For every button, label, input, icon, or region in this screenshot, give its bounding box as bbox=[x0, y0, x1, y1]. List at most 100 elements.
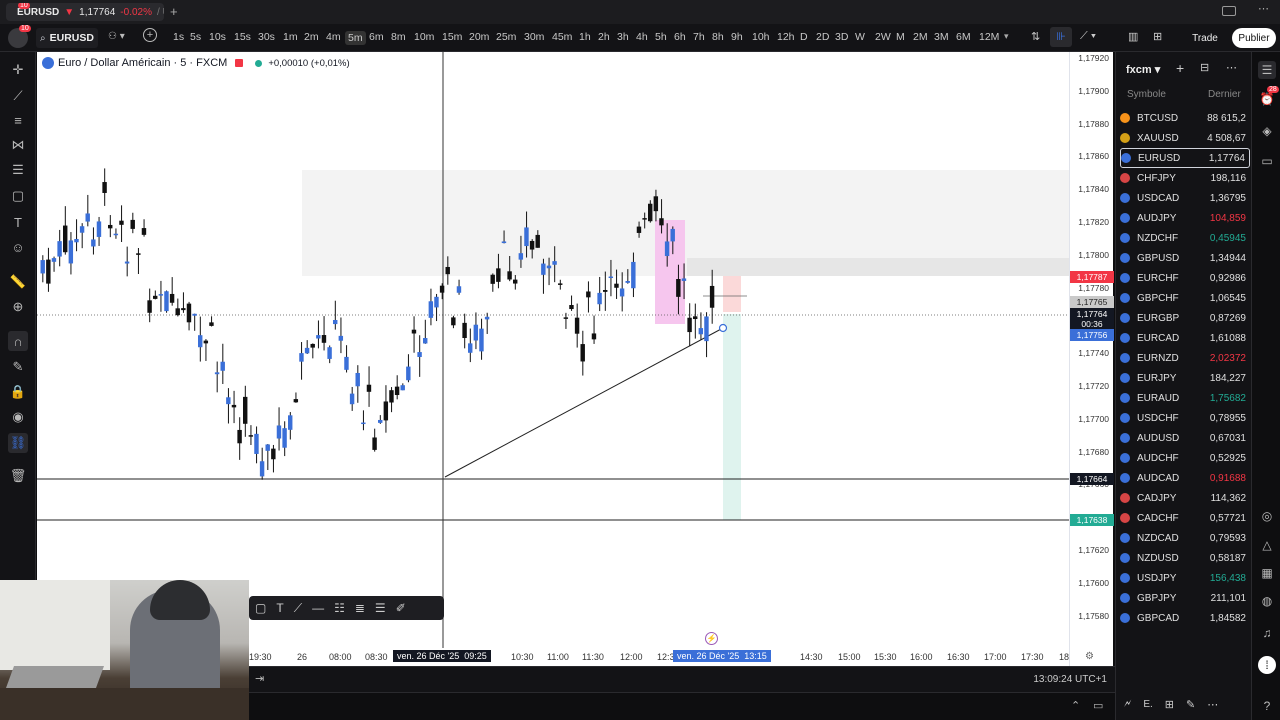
watchlist-row[interactable]: NZDCHF 0,45945 bbox=[1120, 228, 1250, 248]
watchlist-row[interactable]: GBPJPY 211,101 bbox=[1120, 588, 1250, 608]
timeframe-3h[interactable]: 3h bbox=[617, 31, 629, 43]
maximize-icon[interactable]: ▭ bbox=[1093, 699, 1103, 712]
timeframe-3M[interactable]: 3M bbox=[934, 31, 949, 43]
timeframe-25m[interactable]: 25m bbox=[496, 31, 516, 43]
price-chart[interactable] bbox=[37, 52, 1069, 666]
footer-more-icon[interactable]: ⋯ bbox=[1207, 698, 1218, 711]
timeframe-1h[interactable]: 1h bbox=[579, 31, 591, 43]
column-header-last[interactable]: Dernier bbox=[1208, 89, 1241, 100]
timeframe-1m[interactable]: 1m bbox=[283, 31, 298, 43]
triangle-icon[interactable]: △ bbox=[1258, 536, 1276, 554]
chart-area[interactable]: Euro / Dollar Américain · 5 · FXCM +0,00… bbox=[37, 52, 1113, 666]
timeframe-2M[interactable]: 2M bbox=[913, 31, 928, 43]
timeframe-10h[interactable]: 10h bbox=[752, 31, 770, 43]
timeframe-4h[interactable]: 4h bbox=[636, 31, 648, 43]
bar-replay-icon[interactable]: ⇅ bbox=[1031, 30, 1040, 43]
watchlist-row[interactable]: AUDCAD 0,91688 bbox=[1120, 468, 1250, 488]
position-icon[interactable]: ☰ bbox=[8, 160, 28, 180]
watchlist-row[interactable]: XAUUSD 4 508,67 bbox=[1120, 128, 1250, 148]
zoom-icon[interactable]: ⊕ bbox=[8, 297, 28, 317]
watchlist-row[interactable]: USDCHF 0,78955 bbox=[1120, 408, 1250, 428]
lock-icon[interactable]: 🔒 bbox=[8, 382, 28, 402]
timeframe-8m[interactable]: 8m bbox=[391, 31, 406, 43]
podcast-icon[interactable]: ◍ bbox=[1258, 592, 1276, 610]
brush-tool-icon[interactable]: ✐ bbox=[396, 601, 406, 615]
timeframe-7h[interactable]: 7h bbox=[693, 31, 705, 43]
watchlist-row[interactable]: EURNZD 2,02372 bbox=[1120, 348, 1250, 368]
new-tab-button[interactable]: + bbox=[170, 4, 178, 19]
indicators-icon[interactable]: ⟋ ▾ bbox=[1080, 30, 1096, 43]
timeframe-2W[interactable]: 2W bbox=[875, 31, 891, 43]
bell-icon[interactable]: ♫ bbox=[1258, 624, 1276, 642]
target-icon[interactable]: ◎ bbox=[1258, 507, 1276, 525]
watchlist-row[interactable]: EURUSD 1,17764 bbox=[1120, 148, 1250, 168]
watchlist-row[interactable]: CHFJPY 198,116 bbox=[1120, 168, 1250, 188]
publish-button[interactable]: Publier bbox=[1232, 28, 1276, 48]
alerts-icon[interactable]: ⏰ 28 bbox=[1258, 86, 1279, 108]
pattern-icon[interactable]: ⋈ bbox=[8, 135, 28, 155]
timeframe-5m[interactable]: 5m bbox=[345, 31, 366, 45]
timeframe-2h[interactable]: 2h bbox=[598, 31, 610, 43]
timeframe-D[interactable]: D bbox=[800, 31, 808, 43]
add-symbol-icon[interactable]: + bbox=[143, 28, 157, 42]
timeframe-1s[interactable]: 1s bbox=[173, 31, 184, 43]
stay-drawing-icon[interactable]: ✎ bbox=[8, 357, 28, 377]
chat-icon[interactable]: ▭ bbox=[1258, 152, 1276, 170]
watchlist-row[interactable]: EURCAD 1,61088 bbox=[1120, 328, 1250, 348]
timeframe-4m[interactable]: 4m bbox=[326, 31, 341, 43]
layers-icon[interactable]: ◈ bbox=[1258, 122, 1276, 140]
ruler-icon[interactable]: 📏 bbox=[8, 272, 28, 292]
watchlist-row[interactable]: AUDCHF 0,52925 bbox=[1120, 448, 1250, 468]
event-icon[interactable]: ⚡ bbox=[705, 632, 718, 645]
watchlist-row[interactable]: USDJPY 156,438 bbox=[1120, 568, 1250, 588]
text-icon[interactable]: T bbox=[8, 212, 28, 232]
trendline-icon[interactable]: ⟋ bbox=[8, 86, 28, 106]
timeframe-30s[interactable]: 30s bbox=[258, 31, 275, 43]
grid-icon[interactable]: ⊞ bbox=[1153, 30, 1162, 43]
timeframe-M[interactable]: M bbox=[896, 31, 905, 43]
trade-button[interactable]: Trade bbox=[1184, 28, 1226, 48]
watchlist-row[interactable]: CADCHF 0,57721 bbox=[1120, 508, 1250, 528]
add-symbol-icon[interactable]: + bbox=[1176, 60, 1184, 76]
active-tab[interactable]: 10 EURUSD ▼ 1,17764 -0.02% / U bbox=[6, 3, 164, 21]
apps-icon[interactable]: ⁞ bbox=[1258, 656, 1276, 674]
watchlist-row[interactable]: AUDJPY 104,859 bbox=[1120, 208, 1250, 228]
columns-icon[interactable]: ⊟ bbox=[1200, 61, 1209, 74]
more-icon[interactable]: ⋯ bbox=[1258, 2, 1269, 15]
crosshair-icon[interactable]: ✛ bbox=[8, 60, 28, 80]
layout-icon[interactable]: ▥ bbox=[1128, 30, 1138, 43]
timeframe-45m[interactable]: 45m bbox=[552, 31, 572, 43]
date-range-icon[interactable]: ⇥ bbox=[255, 672, 264, 685]
help-icon[interactable]: ? bbox=[1258, 697, 1276, 715]
fib-tool-icon[interactable]: ≣ bbox=[355, 601, 365, 615]
column-header-symbol[interactable]: Symbole bbox=[1127, 89, 1166, 100]
fib-icon[interactable]: ≡ bbox=[8, 110, 28, 130]
grid-view-icon[interactable]: ⊞ bbox=[1165, 698, 1174, 711]
eye-icon[interactable]: ◉ bbox=[8, 407, 28, 427]
time-axis[interactable]: 19:30 26 08:00 08:30 10:30 11:00 11:30 12:00 12:… bbox=[249, 632, 1094, 666]
timeframe-15s[interactable]: 15s bbox=[234, 31, 251, 43]
watchlist-row[interactable]: NZDUSD 0,58187 bbox=[1120, 548, 1250, 568]
timeframe-6m[interactable]: 6m bbox=[369, 31, 384, 43]
watchlist-row[interactable]: CADJPY 114,362 bbox=[1120, 488, 1250, 508]
watchlist-icon[interactable]: ☰ bbox=[1258, 61, 1276, 79]
timeframe-9h[interactable]: 9h bbox=[731, 31, 743, 43]
timeframe-30m[interactable]: 30m bbox=[524, 31, 544, 43]
timeframe-5s[interactable]: 5s bbox=[190, 31, 201, 43]
timeframe-6M[interactable]: 6M bbox=[956, 31, 971, 43]
watchlist-row[interactable]: USDCAD 1,36795 bbox=[1120, 188, 1250, 208]
link-icon[interactable]: ⛓ bbox=[8, 433, 28, 453]
timeframe-3D[interactable]: 3D bbox=[835, 31, 848, 43]
timeframe-12h[interactable]: 12h bbox=[777, 31, 795, 43]
timeframe-12M[interactable]: 12M bbox=[979, 31, 999, 43]
user-avatar[interactable]: 10 bbox=[8, 25, 31, 48]
channel-tool-icon[interactable]: ☷ bbox=[334, 601, 345, 615]
watchlist-title[interactable]: fxcm ▾ bbox=[1126, 63, 1160, 76]
timeframe-6h[interactable]: 6h bbox=[674, 31, 686, 43]
timeframe-8h[interactable]: 8h bbox=[712, 31, 724, 43]
chevron-down-icon[interactable]: ▾ bbox=[1004, 31, 1009, 42]
footer-e-label[interactable]: E. bbox=[1143, 699, 1152, 710]
watchlist-row[interactable]: GBPCAD 1,84582 bbox=[1120, 608, 1250, 628]
watchlist-row[interactable]: BTCUSD 88 615,2 bbox=[1120, 108, 1250, 128]
price-axis[interactable]: 1,17920 1,17900 1,17880 1,17860 1,17840 1,178… bbox=[1069, 52, 1114, 666]
